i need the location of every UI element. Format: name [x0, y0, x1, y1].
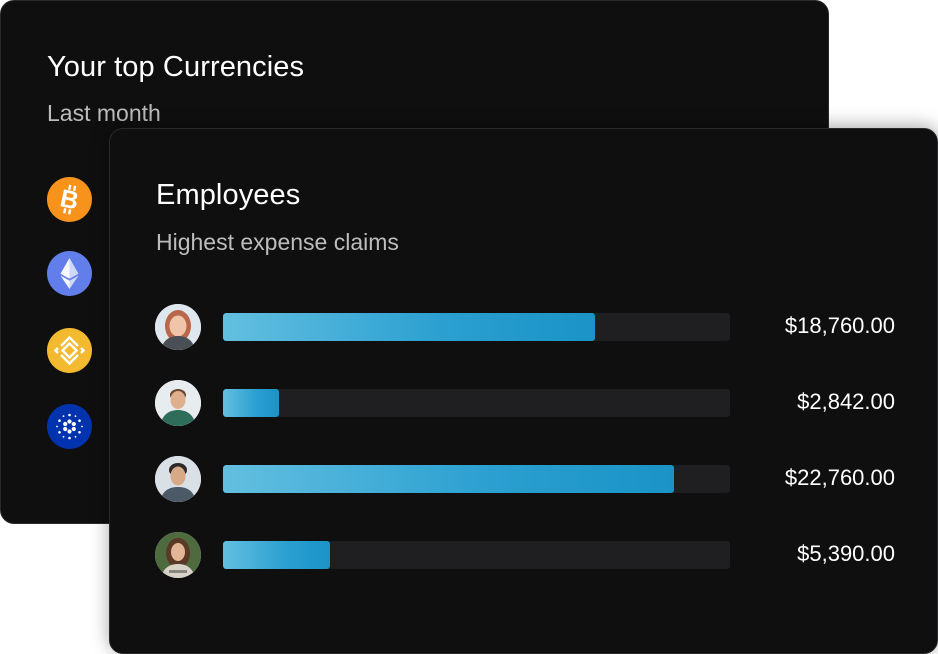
expense-bar-fill — [223, 465, 674, 493]
employee-avatar-2[interactable] — [155, 380, 201, 426]
employee-row[interactable]: $2,842.00 — [155, 380, 895, 426]
expense-bar-track — [223, 389, 730, 417]
employee-avatar-1[interactable] — [155, 304, 201, 350]
employees-subtitle: Highest expense claims — [156, 229, 399, 255]
expense-bar-fill — [223, 313, 595, 341]
expense-bar-fill — [223, 389, 280, 417]
cardano-icon[interactable] — [47, 404, 92, 449]
expense-bar-track — [223, 541, 730, 569]
employee-row[interactable]: $5,390.00 — [155, 532, 895, 578]
expense-amount: $2,842.00 — [797, 389, 895, 414]
expense-amount: $18,760.00 — [784, 313, 895, 338]
employee-row[interactable]: $22,760.00 — [155, 456, 895, 502]
employee-row[interactable]: $18,760.00 — [155, 304, 895, 350]
expense-bar-fill — [223, 541, 330, 569]
employees-title: Employees — [156, 179, 301, 211]
expense-amount: $5,390.00 — [797, 541, 895, 566]
employee-avatar-3[interactable] — [155, 456, 201, 502]
expense-amount: $22,760.00 — [784, 465, 895, 490]
bnb-icon[interactable] — [47, 328, 92, 373]
currencies-title: Your top Currencies — [47, 51, 305, 83]
employee-avatar-4[interactable] — [155, 532, 201, 578]
expense-bar-track — [223, 465, 730, 493]
employees-card: Employees Highest expense claims $18,760… — [109, 128, 938, 654]
expense-bar-track — [223, 313, 730, 341]
bitcoin-icon[interactable]: B — [47, 177, 92, 222]
currencies-subtitle: Last month — [47, 100, 161, 126]
ethereum-icon[interactable] — [47, 251, 92, 296]
